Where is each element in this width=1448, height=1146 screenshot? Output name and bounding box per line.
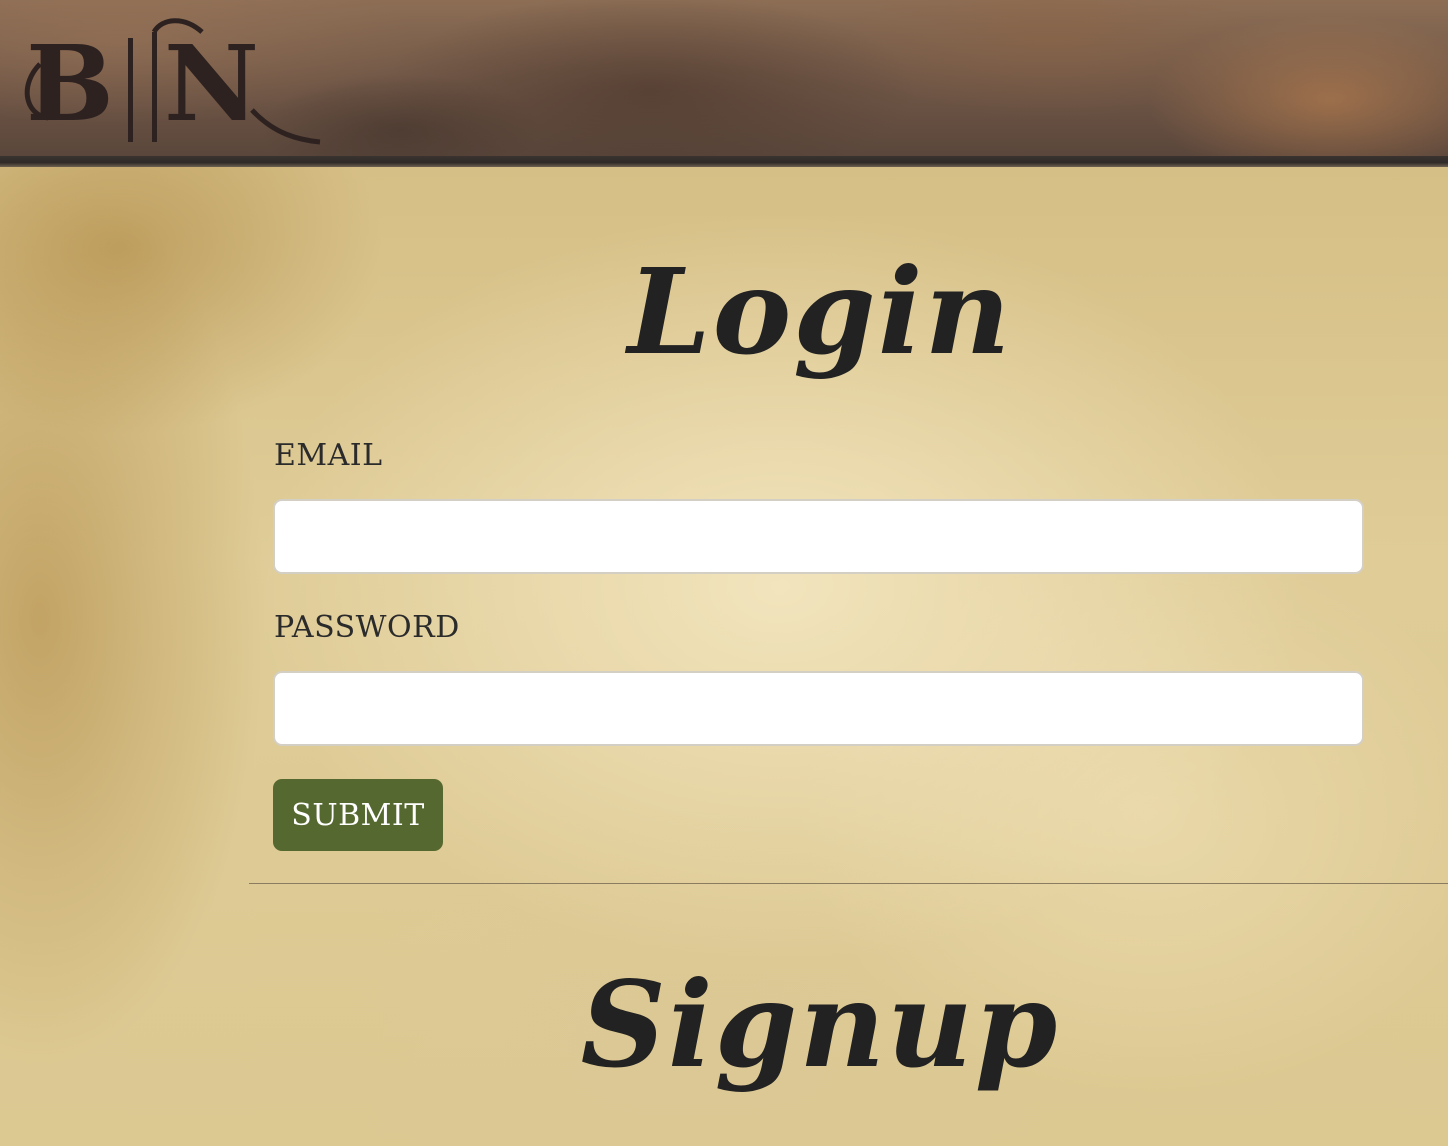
login-title: Login bbox=[627, 242, 1013, 381]
password-label: PASSWORD bbox=[274, 610, 460, 645]
svg-text:B: B bbox=[26, 22, 114, 145]
email-field[interactable] bbox=[273, 499, 1364, 574]
section-divider bbox=[249, 883, 1448, 884]
password-field[interactable] bbox=[273, 671, 1364, 746]
header-bar: B N bbox=[0, 0, 1448, 158]
svg-text:N: N bbox=[164, 22, 259, 145]
brand-logo[interactable]: B N bbox=[24, 14, 324, 146]
email-label: EMAIL bbox=[274, 438, 383, 473]
header-border bbox=[0, 156, 1448, 167]
signup-title: Signup bbox=[580, 955, 1060, 1094]
submit-button[interactable]: SUBMIT bbox=[273, 779, 443, 851]
